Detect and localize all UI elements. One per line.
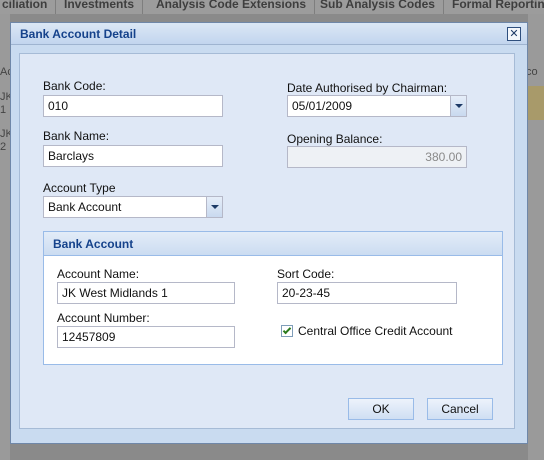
background-tab-bar: ciliation Investments Analysis Code Exte…	[0, 0, 544, 14]
opening-balance-label: Opening Balance:	[287, 132, 383, 146]
account-type-value: Bank Account	[48, 200, 122, 214]
tab-reconciliation[interactable]: ciliation	[0, 0, 57, 14]
central-office-label: Central Office Credit Account	[298, 324, 453, 338]
bank-name-field[interactable]: Barclays	[43, 145, 223, 167]
bank-name-label: Bank Name:	[43, 129, 110, 143]
account-number-label: Account Number:	[57, 311, 150, 325]
account-type-select[interactable]: Bank Account	[43, 196, 223, 218]
tab-sub-analysis-codes[interactable]: Sub Analysis Codes	[312, 0, 444, 14]
account-type-dropdown-trigger[interactable]	[206, 197, 222, 217]
date-authorised-label: Date Authorised by Chairman:	[287, 81, 448, 95]
bank-code-label: Bank Code:	[43, 79, 106, 93]
close-icon[interactable]: ✕	[507, 27, 521, 41]
chevron-down-icon	[211, 205, 219, 209]
account-number-field[interactable]: 12457809	[57, 326, 235, 348]
sort-code-field[interactable]: 20-23-45	[277, 282, 457, 304]
bank-account-detail-dialog: Bank Account Detail ✕ Bank Code: 010 Ban…	[10, 22, 528, 444]
dialog-header[interactable]: Bank Account Detail ✕	[11, 23, 527, 45]
cancel-button[interactable]: Cancel	[427, 398, 493, 420]
bank-code-field[interactable]: 010	[43, 95, 223, 117]
date-authorised-picker[interactable]: 05/01/2009	[287, 95, 467, 117]
background-row-fragment: 1	[0, 104, 7, 116]
background-highlight-row	[528, 86, 544, 120]
dialog-title: Bank Account Detail	[20, 27, 137, 41]
chevron-down-icon	[455, 104, 463, 108]
date-authorised-dropdown-trigger[interactable]	[450, 96, 466, 116]
account-type-label: Account Type	[43, 181, 116, 195]
account-name-field[interactable]: JK West Midlands 1	[57, 282, 235, 304]
check-icon	[282, 325, 292, 335]
background-row-fragment: 2	[0, 141, 7, 153]
tab-formal-reporting[interactable]: Formal Reporting	[444, 0, 544, 14]
tab-analysis-code-extensions[interactable]: Analysis Code Extensions	[148, 0, 316, 14]
central-office-checkbox[interactable]	[281, 325, 293, 337]
bank-account-section-title: Bank Account	[53, 237, 134, 251]
sort-code-label: Sort Code:	[277, 267, 335, 281]
bank-account-section-header: Bank Account	[44, 232, 502, 256]
ok-button[interactable]: OK	[348, 398, 414, 420]
account-name-label: Account Name:	[57, 267, 140, 281]
opening-balance-field[interactable]: 380.00	[287, 146, 467, 168]
date-authorised-value: 05/01/2009	[292, 99, 353, 113]
tab-investments[interactable]: Investments	[56, 0, 144, 14]
background-right-panel	[528, 14, 544, 460]
background-left-panel	[0, 14, 10, 460]
